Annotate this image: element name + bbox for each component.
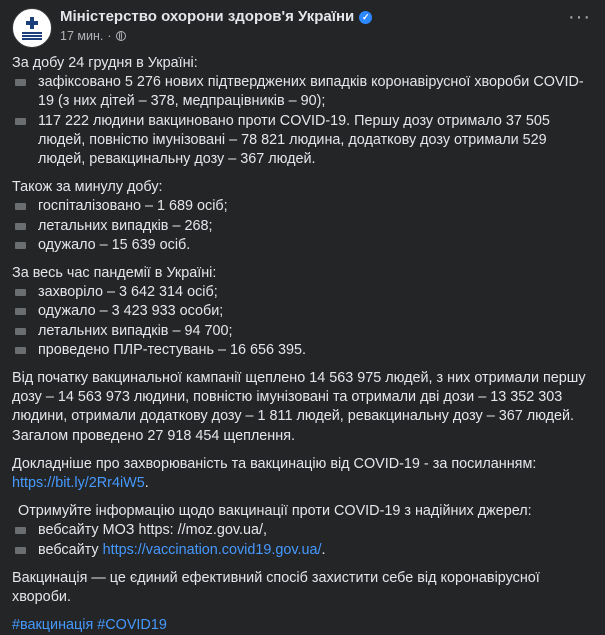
square-bullet-icon — [15, 222, 26, 230]
list-item: летальних випадків – 94 700; — [12, 322, 593, 341]
list-item: 117 222 людини вакциновано проти COVID-1… — [12, 112, 593, 170]
last-day-section: Також за минулу добу: госпіталізовано – … — [12, 178, 593, 255]
facebook-post: Міністерство охорони здоров'я України ✓ … — [0, 0, 605, 633]
list-item: летальних випадків – 268; — [12, 217, 593, 236]
pandemic-section: За весь час пандемії в Україні: захворіл… — [12, 264, 593, 360]
post-body: За добу 24 грудня в Україні: зафіксовано… — [12, 54, 593, 635]
square-bullet-icon — [15, 289, 26, 297]
square-bullet-icon — [15, 327, 26, 335]
more-options-button[interactable]: ··· — [568, 7, 591, 27]
post-timestamp[interactable]: 17 мин. — [60, 27, 103, 45]
closing-paragraph: Вакцинація — це єдиний ефективний спосіб… — [12, 569, 540, 606]
page-avatar[interactable] — [12, 8, 52, 48]
list-item: вебсайту https://vaccination.covid19.gov… — [12, 541, 593, 560]
pandemic-intro: За весь час пандемії в Україні: — [12, 265, 217, 282]
list-item: проведено ПЛР-тестувань – 16 656 395. — [12, 341, 593, 360]
list-item: одужало – 15 639 осіб. — [12, 236, 593, 255]
square-bullet-icon — [15, 546, 26, 554]
square-bullet-icon — [15, 241, 26, 249]
sources-section: Отримуйте інформацію щодо вакцинації про… — [12, 502, 593, 560]
list-item: вебсайту МОЗ https: //moz.gov.ua/, — [12, 521, 593, 540]
ministry-logo-icon — [21, 15, 43, 41]
square-bullet-icon — [15, 346, 26, 354]
globe-icon[interactable] — [115, 31, 126, 41]
more-info-paragraph: Докладніше про захворюваність та вакцина… — [12, 455, 537, 492]
square-bullet-icon — [15, 79, 26, 87]
square-bullet-icon — [15, 203, 26, 211]
list-item: госпіталізовано – 1 689 осіб; — [12, 197, 593, 216]
square-bullet-icon — [15, 308, 26, 316]
post-header: Міністерство охорони здоров'я України ✓ … — [12, 8, 593, 48]
hashtags[interactable]: #вакцинація #COVID19 — [12, 616, 593, 635]
list-item: одужало – 3 423 933 особи; — [12, 302, 593, 321]
sources-intro: Отримуйте інформацію щодо вакцинації про… — [18, 503, 532, 520]
daily-section: За добу 24 грудня в Україні: зафіксовано… — [12, 54, 593, 169]
last-day-intro: Також за минулу добу: — [12, 179, 163, 196]
page-name-link[interactable]: Міністерство охорони здоров'я України — [60, 8, 354, 26]
list-item: захворіло – 3 642 314 осіб; — [12, 283, 593, 302]
list-item: зафіксовано 5 276 нових підтверджених ви… — [12, 73, 593, 111]
daily-intro: За добу 24 грудня в Україні: — [12, 55, 198, 71]
square-bullet-icon — [15, 527, 26, 535]
meta-separator: · — [107, 29, 112, 43]
more-info-link[interactable]: https://bit.ly/2Rr4iW5 — [12, 475, 145, 491]
campaign-paragraph: Від початку вакцинальної кампанії щеплен… — [12, 370, 586, 444]
verified-badge-icon: ✓ — [359, 10, 373, 24]
square-bullet-icon — [15, 117, 26, 125]
